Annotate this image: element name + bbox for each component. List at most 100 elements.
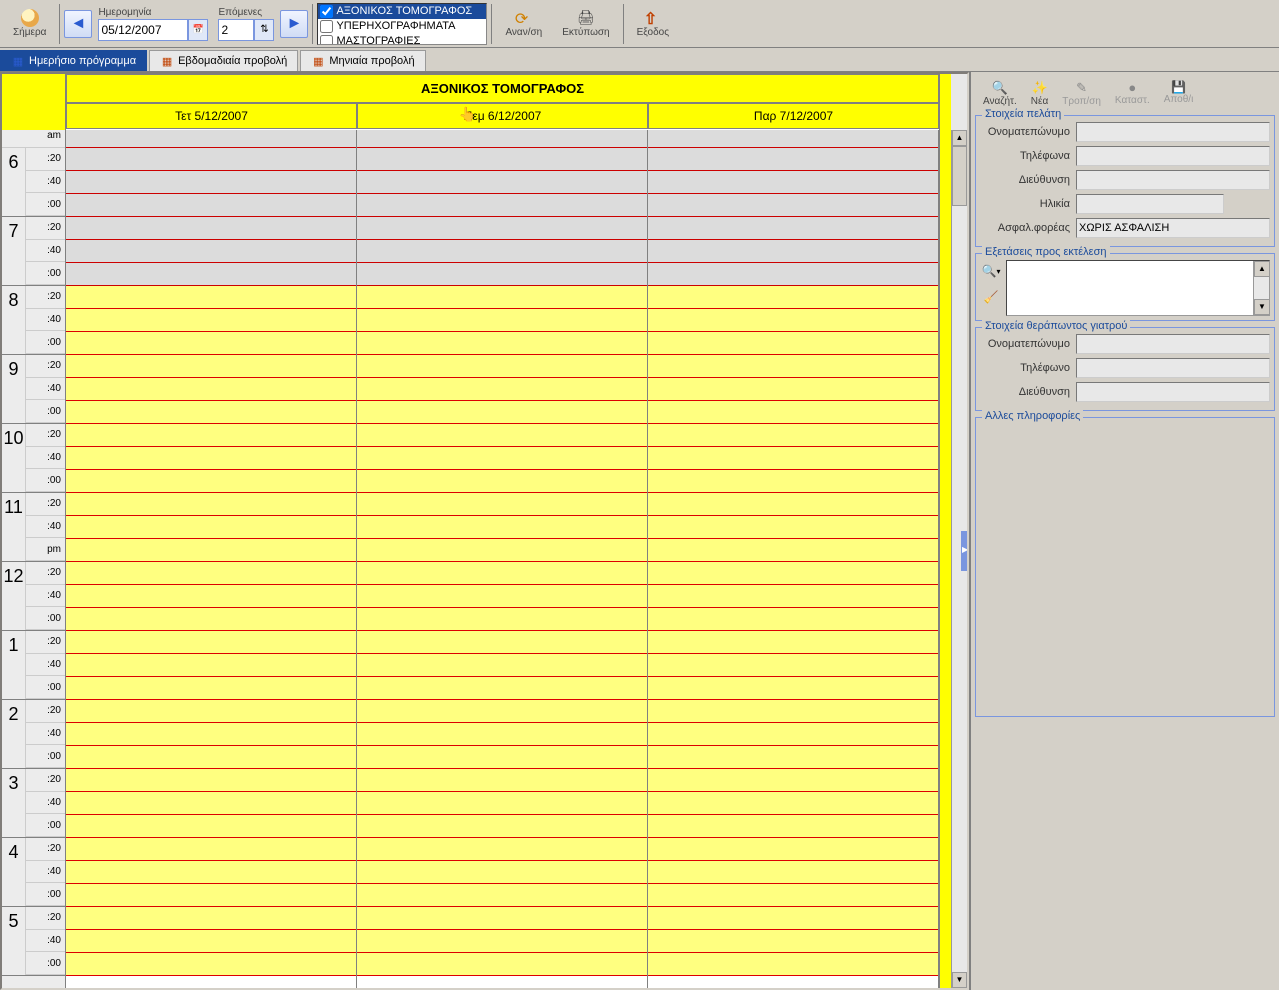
day-header-2[interactable]: Παρ 7/12/2007 (648, 103, 939, 129)
edit-button[interactable]: Τροπ/ση (1056, 78, 1107, 109)
slot[interactable] (66, 286, 356, 309)
exam-search-button[interactable]: ▾ (980, 260, 1002, 282)
day-header-0[interactable]: Τετ 5/12/2007 (66, 103, 357, 129)
slot[interactable] (66, 585, 356, 608)
doctor-address-input[interactable] (1076, 382, 1270, 402)
slot[interactable] (357, 815, 647, 838)
exit-button[interactable]: Εξοδος (628, 6, 678, 41)
date-input[interactable] (98, 19, 188, 41)
slot[interactable] (648, 539, 938, 562)
slot[interactable] (648, 884, 938, 907)
day-header-1[interactable]: 👆 Πεμ 6/12/2007 (357, 103, 648, 129)
slot[interactable] (66, 171, 356, 194)
slot[interactable] (648, 401, 938, 424)
slot[interactable] (648, 332, 938, 355)
slot[interactable] (66, 539, 356, 562)
slot[interactable] (357, 838, 647, 861)
slot[interactable] (66, 378, 356, 401)
tab-weekly[interactable]: Εβδομαδιαία προβολή (149, 50, 298, 71)
client-insurance-input[interactable] (1076, 218, 1270, 238)
slot[interactable] (357, 953, 647, 976)
slot[interactable] (66, 401, 356, 424)
slot[interactable] (357, 608, 647, 631)
slot[interactable] (66, 148, 356, 171)
slot[interactable] (66, 792, 356, 815)
slot[interactable] (357, 654, 647, 677)
client-address-input[interactable] (1076, 170, 1270, 190)
slot[interactable] (648, 631, 938, 654)
resource-check-1[interactable] (320, 20, 333, 33)
next-date-button[interactable] (280, 10, 308, 38)
slot[interactable] (357, 240, 647, 263)
slot[interactable] (648, 130, 938, 148)
slot[interactable] (66, 355, 356, 378)
slot[interactable] (648, 907, 938, 930)
slot[interactable] (648, 148, 938, 171)
slot[interactable] (648, 378, 938, 401)
slot[interactable] (648, 240, 938, 263)
slot[interactable] (648, 493, 938, 516)
slot[interactable] (66, 746, 356, 769)
slot[interactable] (66, 769, 356, 792)
slot[interactable] (648, 171, 938, 194)
slot[interactable] (648, 861, 938, 884)
print-button[interactable]: Εκτύπωση (553, 6, 618, 41)
slot[interactable] (357, 309, 647, 332)
slot[interactable] (66, 930, 356, 953)
slot[interactable] (66, 309, 356, 332)
slot[interactable] (66, 861, 356, 884)
delete-button[interactable]: Καταστ. (1109, 78, 1156, 109)
slot[interactable] (648, 700, 938, 723)
slot[interactable] (357, 884, 647, 907)
doctor-name-input[interactable] (1076, 334, 1270, 354)
slot[interactable] (648, 263, 938, 286)
slot[interactable] (648, 286, 938, 309)
slot[interactable] (648, 608, 938, 631)
slot[interactable] (357, 677, 647, 700)
slot[interactable] (648, 723, 938, 746)
slot[interactable] (66, 332, 356, 355)
slot[interactable] (648, 654, 938, 677)
slot[interactable] (357, 631, 647, 654)
slot[interactable] (648, 585, 938, 608)
slot[interactable] (357, 516, 647, 539)
next-days-input[interactable] (218, 19, 254, 41)
slot[interactable] (357, 907, 647, 930)
slot[interactable] (648, 447, 938, 470)
search-button[interactable]: Αναζήτ. (977, 78, 1023, 109)
slot[interactable] (648, 769, 938, 792)
slot[interactable] (66, 516, 356, 539)
slot[interactable] (648, 953, 938, 976)
today-button[interactable]: Σήμερα (4, 6, 55, 41)
scroll-down-button[interactable]: ▼ (952, 972, 967, 988)
client-age-input[interactable] (1076, 194, 1224, 214)
slot[interactable] (66, 677, 356, 700)
slot[interactable] (648, 309, 938, 332)
slot[interactable] (357, 493, 647, 516)
slot[interactable] (357, 930, 647, 953)
exam-scroll-down[interactable]: ▼ (1254, 299, 1270, 315)
slot[interactable] (66, 631, 356, 654)
day-col-2[interactable] (648, 130, 939, 988)
slot[interactable] (357, 424, 647, 447)
slot[interactable] (648, 838, 938, 861)
day-col-0[interactable] (66, 130, 357, 988)
slot[interactable] (648, 194, 938, 217)
save-button[interactable]: Αποθ/ι (1158, 78, 1200, 109)
slot[interactable] (66, 884, 356, 907)
day-col-1[interactable] (357, 130, 648, 988)
slot[interactable] (357, 355, 647, 378)
slot[interactable] (66, 700, 356, 723)
slot[interactable] (357, 148, 647, 171)
slot[interactable] (357, 723, 647, 746)
next-days-spinner[interactable]: ⇅ (254, 19, 274, 41)
slot[interactable] (357, 447, 647, 470)
resource-item-0[interactable]: ΑΞΟΝΙΚΟΣ ΤΟΜΟΓΡΑΦΟΣ (318, 4, 486, 19)
slot[interactable] (66, 470, 356, 493)
resource-checklist[interactable]: ΑΞΟΝΙΚΟΣ ΤΟΜΟΓΡΑΦΟΣ ΥΠΕΡΗΧΟΓΡΑΦΗΜΑΤΑ ΜΑΣ… (317, 3, 487, 45)
exam-scroll-up[interactable]: ▲ (1254, 261, 1270, 277)
slot[interactable] (648, 470, 938, 493)
slot[interactable] (648, 217, 938, 240)
client-name-input[interactable] (1076, 122, 1270, 142)
slot[interactable] (357, 401, 647, 424)
